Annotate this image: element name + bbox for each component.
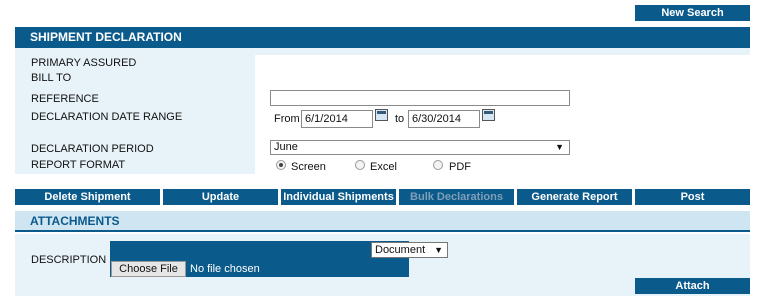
- declaration-period-label: DECLARATION PERIOD: [31, 143, 154, 155]
- radio-pdf-label: PDF: [449, 161, 471, 173]
- document-type-value: Document: [375, 244, 426, 256]
- choose-file-button[interactable]: Choose File: [111, 261, 186, 277]
- new-search-button[interactable]: New Search: [635, 5, 750, 21]
- attachments-header: ATTACHMENTS: [15, 211, 750, 232]
- radio-screen[interactable]: [276, 160, 286, 170]
- document-type-select[interactable]: Document ▼: [371, 242, 448, 258]
- to-label: to: [395, 113, 405, 125]
- radio-pdf[interactable]: [433, 160, 443, 170]
- from-label: From: [274, 113, 300, 125]
- shipment-declaration-header: SHIPMENT DECLARATION: [15, 27, 750, 48]
- date-range-label: DECLARATION DATE RANGE: [31, 111, 183, 123]
- bill-to-label: BILL TO: [31, 72, 72, 84]
- generate-report-button[interactable]: Generate Report: [517, 189, 632, 205]
- declaration-period-value: June: [274, 141, 298, 153]
- bulk-declarations-button: Bulk Declarations: [399, 189, 514, 205]
- delete-shipment-declaration-button[interactable]: Delete Shipment Declaration: [15, 189, 160, 219]
- radio-excel-label: Excel: [370, 161, 397, 173]
- calendar-icon[interactable]: [375, 109, 388, 121]
- dropdown-arrow-icon: ▼: [555, 142, 564, 152]
- no-file-chosen-label: No file chosen: [190, 263, 260, 275]
- declaration-period-select[interactable]: June ▼: [270, 140, 570, 155]
- primary-assured-label: PRIMARY ASSURED: [31, 57, 137, 69]
- dropdown-arrow-icon: ▼: [434, 245, 443, 255]
- reference-input[interactable]: [270, 90, 570, 106]
- description-label: DESCRIPTION: [31, 254, 107, 266]
- reference-label: REFERENCE: [31, 93, 99, 105]
- report-format-label: REPORT FORMAT: [31, 159, 126, 171]
- individual-shipments-button[interactable]: Individual Shipments: [281, 189, 396, 205]
- to-date-input[interactable]: 6/30/2014: [408, 110, 480, 128]
- attach-button[interactable]: Attach: [635, 278, 750, 294]
- from-date-input[interactable]: 6/1/2014: [301, 110, 373, 128]
- post-button[interactable]: Post: [635, 189, 750, 205]
- update-button[interactable]: Update: [163, 189, 278, 205]
- calendar-icon[interactable]: [482, 109, 495, 121]
- radio-excel[interactable]: [355, 160, 365, 170]
- radio-screen-label: Screen: [291, 161, 326, 173]
